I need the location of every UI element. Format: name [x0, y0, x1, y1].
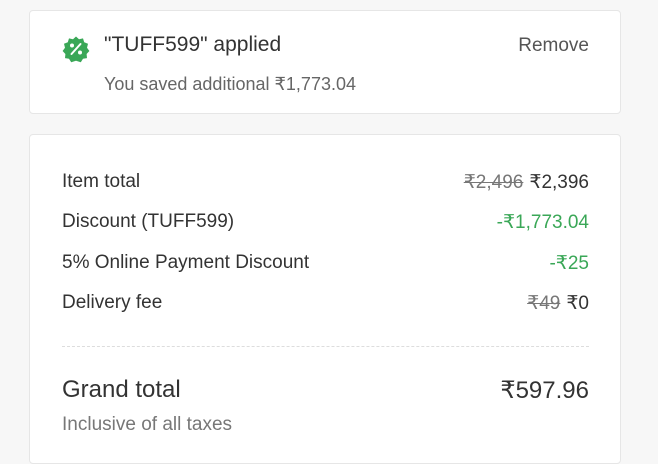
bill-row-label: Delivery fee: [62, 292, 163, 313]
coupon-applied-card: "TUFF599" applied You saved additional ₹…: [29, 10, 621, 114]
percent-badge-icon: [62, 36, 90, 63]
dashed-divider: [62, 346, 589, 347]
bill-row-value: ₹2,496 ₹2,396: [464, 171, 589, 194]
tax-inclusive-note: Inclusive of all taxes: [62, 414, 233, 435]
final-price: ₹2,396: [529, 172, 589, 193]
bill-row-label: Discount (TUFF599): [62, 211, 235, 232]
grand-total-value: ₹597.96: [500, 377, 589, 404]
bill-details-card: Item total ₹2,496 ₹2,396 Discount (TUFF59…: [29, 134, 621, 464]
final-price: ₹0: [566, 293, 589, 314]
original-price: ₹2,496: [463, 172, 524, 193]
bill-row-value: ₹49 ₹0: [527, 292, 589, 315]
bill-row-online-payment-discount: 5% Online Payment Discount -₹25: [62, 252, 589, 278]
bill-row-label: 5% Online Payment Discount: [62, 252, 310, 273]
coupon-applied-title: "TUFF599" applied: [104, 33, 282, 56]
bill-row-label: Item total: [62, 171, 141, 192]
bill-row-delivery-fee: Delivery fee ₹49 ₹0: [62, 292, 589, 318]
discount-value: -₹25: [549, 253, 589, 274]
discount-value: -₹1,773.04: [496, 212, 589, 233]
grand-total-label: Grand total: [62, 376, 181, 403]
original-price: ₹49: [527, 293, 561, 314]
remove-coupon-button[interactable]: Remove: [518, 35, 589, 57]
bill-row-coupon-discount: Discount (TUFF599) -₹1,773.04: [62, 211, 589, 237]
coupon-savings-text: You saved additional ₹1,773.04: [104, 74, 356, 94]
bill-row-item-total: Item total ₹2,496 ₹2,396: [62, 171, 589, 197]
